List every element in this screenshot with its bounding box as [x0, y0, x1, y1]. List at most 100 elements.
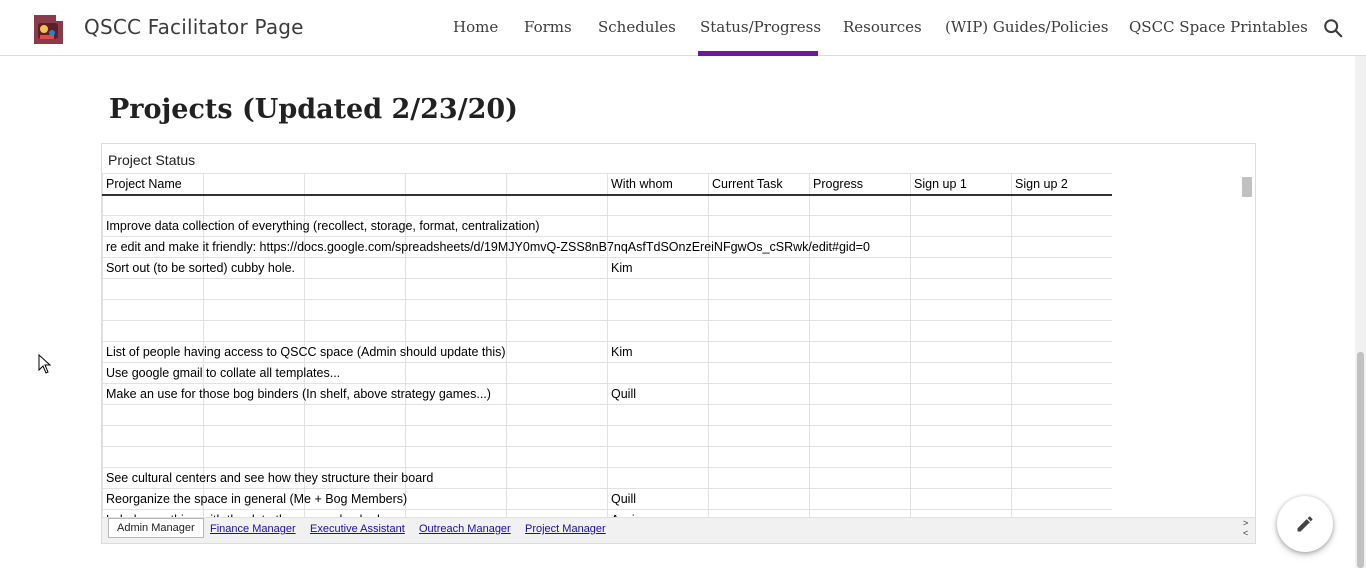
with-whom-cell[interactable]: Quill — [607, 383, 709, 405]
with-whom-cell[interactable] — [607, 215, 709, 237]
table-cell[interactable] — [304, 446, 406, 468]
table-cell[interactable] — [405, 278, 507, 300]
table-cell[interactable] — [910, 446, 1012, 468]
tab-finance-manager[interactable]: Finance Manager — [210, 523, 296, 535]
table-cell[interactable] — [708, 299, 810, 321]
table-cell[interactable] — [506, 278, 608, 300]
tab-executive-assistant[interactable]: Executive Assistant — [310, 523, 405, 535]
table-cell[interactable] — [506, 446, 608, 468]
search-icon[interactable] — [1322, 17, 1344, 39]
table-cell[interactable] — [910, 509, 1012, 517]
table-cell[interactable] — [910, 257, 1012, 279]
table-cell[interactable] — [405, 509, 507, 517]
nav-resources[interactable]: Resources — [843, 18, 922, 36]
with-whom-cell[interactable]: Kim — [607, 341, 709, 363]
table-cell[interactable] — [304, 257, 406, 279]
table-cell[interactable] — [1011, 383, 1112, 405]
table-cell[interactable] — [405, 257, 507, 279]
table-cell[interactable] — [1011, 509, 1112, 517]
table-cell[interactable] — [708, 320, 810, 342]
table-cell[interactable] — [506, 341, 608, 363]
table-cell[interactable] — [708, 278, 810, 300]
edit-button[interactable] — [1277, 496, 1333, 552]
table-cell[interactable] — [405, 488, 507, 510]
tab-outreach-manager[interactable]: Outreach Manager — [419, 523, 511, 535]
table-cell[interactable] — [910, 404, 1012, 426]
with-whom-cell[interactable] — [607, 425, 709, 447]
project-name-cell[interactable]: re edit and make it friendly: https://do… — [102, 236, 870, 258]
tab-project-manager[interactable]: Project Manager — [525, 523, 606, 535]
table-cell[interactable] — [708, 467, 810, 489]
site-title[interactable]: QSCC Facilitator Page — [84, 15, 304, 39]
project-name-cell[interactable] — [102, 425, 204, 447]
table-cell[interactable] — [1011, 299, 1112, 321]
tab-admin-manager[interactable]: Admin Manager — [108, 518, 204, 538]
table-cell[interactable] — [506, 383, 608, 405]
table-cell[interactable] — [708, 215, 810, 237]
table-cell[interactable] — [506, 488, 608, 510]
project-name-cell[interactable]: Improve data collection of everything (r… — [102, 215, 540, 237]
project-name-cell[interactable]: Label everything with the date they were… — [102, 509, 380, 517]
with-whom-cell[interactable] — [607, 446, 709, 468]
table-cell[interactable] — [708, 509, 810, 517]
table-cell[interactable] — [809, 467, 911, 489]
table-cell[interactable] — [405, 446, 507, 468]
project-name-cell[interactable] — [102, 404, 204, 426]
nav-space-printables[interactable]: QSCC Space Printables — [1129, 18, 1308, 36]
table-cell[interactable] — [910, 320, 1012, 342]
nav-guides-policies[interactable]: (WIP) Guides/Policies — [945, 18, 1108, 36]
sheet-scrollbar-thumb[interactable] — [1242, 177, 1252, 197]
table-cell[interactable] — [910, 488, 1012, 510]
with-whom-cell[interactable]: Kim — [607, 257, 709, 279]
table-cell[interactable] — [304, 278, 406, 300]
table-cell[interactable] — [809, 215, 911, 237]
table-cell[interactable] — [304, 404, 406, 426]
page-scrollbar-thumb[interactable] — [1357, 352, 1364, 568]
table-cell[interactable] — [708, 446, 810, 468]
table-cell[interactable] — [1011, 467, 1112, 489]
project-name-cell[interactable]: List of people having access to QSCC spa… — [102, 341, 506, 363]
tab-scroll-arrows-icon[interactable]: ˃ ˂ — [1243, 518, 1248, 538]
table-cell[interactable] — [1011, 446, 1112, 468]
nav-forms[interactable]: Forms — [524, 18, 572, 36]
table-cell[interactable] — [809, 446, 911, 468]
table-cell[interactable] — [910, 299, 1012, 321]
project-name-cell[interactable]: Sort out (to be sorted) cubby hole. — [102, 257, 295, 279]
table-cell[interactable] — [1011, 425, 1112, 447]
project-name-cell[interactable]: Use google gmail to collate all template… — [102, 362, 340, 384]
table-cell[interactable] — [1011, 215, 1112, 237]
table-cell[interactable] — [405, 425, 507, 447]
table-cell[interactable] — [809, 257, 911, 279]
table-cell[interactable] — [708, 362, 810, 384]
table-cell[interactable] — [506, 320, 608, 342]
table-cell[interactable] — [809, 362, 911, 384]
table-cell[interactable] — [506, 467, 608, 489]
table-cell[interactable] — [203, 404, 305, 426]
table-cell[interactable] — [708, 404, 810, 426]
sheet-grid[interactable]: Project Name With whom Current Task Prog… — [102, 173, 1112, 517]
table-cell[interactable] — [203, 425, 305, 447]
with-whom-cell[interactable] — [607, 404, 709, 426]
nav-schedules[interactable]: Schedules — [598, 18, 676, 36]
table-cell[interactable] — [1011, 236, 1112, 258]
table-cell[interactable] — [506, 509, 608, 517]
table-cell[interactable] — [809, 341, 911, 363]
project-name-cell[interactable]: Reorganize the space in general (Me + Bo… — [102, 488, 407, 510]
table-cell[interactable] — [203, 299, 305, 321]
with-whom-cell[interactable] — [607, 299, 709, 321]
nav-home[interactable]: Home — [453, 18, 498, 36]
project-name-cell[interactable] — [102, 299, 204, 321]
table-cell[interactable] — [1011, 341, 1112, 363]
table-cell[interactable] — [1011, 488, 1112, 510]
with-whom-cell[interactable] — [607, 278, 709, 300]
with-whom-cell[interactable] — [607, 467, 709, 489]
project-name-cell[interactable]: See cultural centers and see how they st… — [102, 467, 433, 489]
table-cell[interactable] — [809, 425, 911, 447]
table-cell[interactable] — [203, 278, 305, 300]
table-cell[interactable] — [910, 467, 1012, 489]
table-cell[interactable] — [809, 383, 911, 405]
table-cell[interactable] — [1011, 320, 1112, 342]
table-cell[interactable] — [708, 383, 810, 405]
table-cell[interactable] — [405, 320, 507, 342]
table-cell[interactable] — [506, 299, 608, 321]
